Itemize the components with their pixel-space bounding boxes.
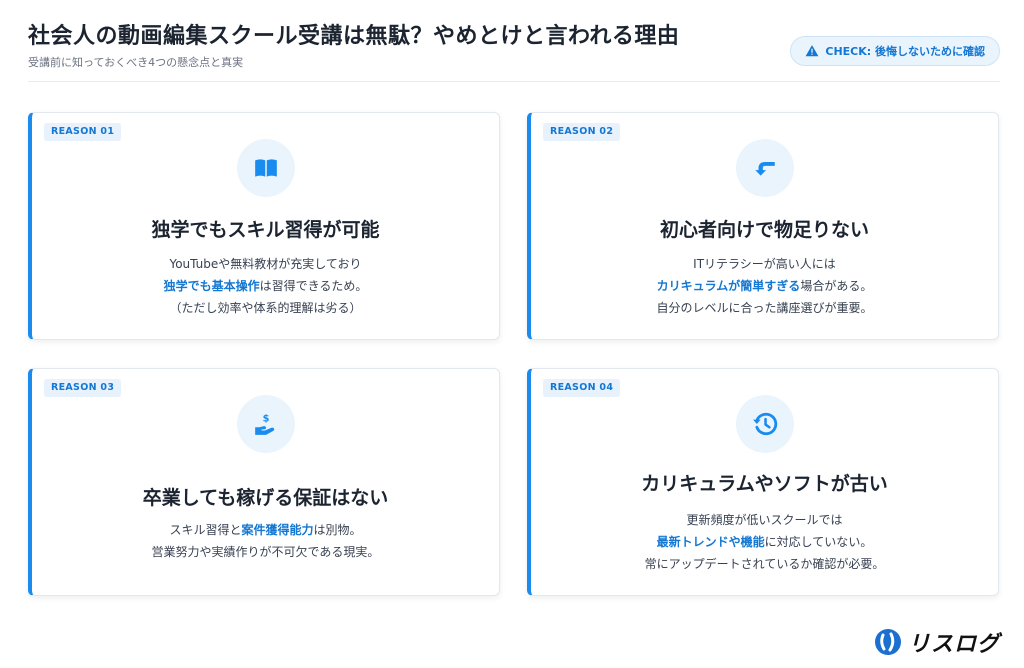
card-line: （ただし効率や体系的理解は劣る）: [169, 301, 362, 315]
reason-tag: REASON 02: [543, 123, 621, 141]
card-title: カリキュラムやソフトが古い: [641, 473, 888, 495]
card-line: YouTubeや無料教材が充実しており: [169, 257, 362, 271]
check-badge-label: CHECK: 後悔しないために確認: [825, 45, 985, 58]
card-line: 更新頻度が低いスクールでは: [686, 513, 843, 527]
brand-logo[interactable]: リスログ: [874, 626, 1000, 658]
reason-tag: REASON 03: [44, 379, 122, 397]
card-title: 初心者向けで物足りない: [659, 219, 869, 241]
card-body: YouTubeや無料教材が充実しており 独学でも基本操作は習得できるため。 （た…: [32, 253, 499, 319]
card-line: スキル習得と案件獲得能力は別物。: [169, 523, 362, 537]
book-icon: [254, 159, 277, 177]
warning-icon: [805, 45, 819, 57]
card-line: 最新トレンドや機能に対応していない。: [656, 535, 873, 549]
card-line: 営業努力や実績作りが不可欠である現実。: [151, 545, 380, 559]
page-subtitle: 受講前に知っておくべき4つの懸念点と真実: [28, 56, 244, 69]
reason-card-4: REASON 04 カリキュラムやソフトが古い 更新頻度が低いスクールでは 最新…: [527, 368, 999, 596]
svg-text:$: $: [262, 413, 269, 424]
page-header: 社会人の動画編集スクール受講は無駄？やめとけと言われる理由 受講前に知っておくべ…: [28, 14, 1000, 82]
card-line: カリキュラムが簡単すぎる場合がある。: [656, 279, 873, 293]
icon-circle: [236, 139, 295, 197]
logo-icon: [874, 629, 901, 655]
reason-card-1: REASON 01 独学でもスキル習得が可能 YouTubeや無料教材が充実して…: [28, 112, 500, 340]
card-body: ITリテラシーが高い人には カリキュラムが簡単すぎる場合がある。 自分のレベルに…: [531, 253, 998, 319]
card-line: 常にアップデートされているか確認が必要。: [644, 557, 885, 571]
check-badge[interactable]: CHECK: 後悔しないために確認: [790, 36, 1000, 66]
logo-text: リスログ: [907, 632, 1000, 657]
reason-card-3: REASON 03 $ 卒業しても稼げる保証はない スキル習得と案件獲得能力は別…: [28, 368, 500, 596]
card-line: 自分のレベルに合った講座選びが重要。: [656, 301, 873, 315]
icon-circle: $: [236, 395, 295, 453]
card-title: 独学でもスキル習得が可能: [151, 219, 380, 241]
icon-circle: [735, 139, 794, 197]
reason-card-2: REASON 02 初心者向けで物足りない ITリテラシーが高い人には カリキュ…: [527, 112, 999, 340]
history-icon: [752, 412, 777, 436]
reason-tag: REASON 01: [44, 123, 122, 141]
icon-circle: [735, 395, 794, 453]
card-body: スキル習得と案件獲得能力は別物。 営業努力や実績作りが不可欠である現実。: [32, 519, 499, 563]
reason-tag: REASON 04: [543, 379, 621, 397]
card-line: 独学でも基本操作は習得できるため。: [163, 279, 368, 293]
card-body: 更新頻度が低いスクールでは 最新トレンドや機能に対応していない。 常にアップデー…: [531, 509, 998, 575]
card-title: 卒業しても稼げる保証はない: [142, 487, 389, 509]
card-line: ITリテラシーが高い人には: [693, 257, 836, 271]
page-title: 社会人の動画編集スクール受講は無駄？やめとけと言われる理由: [28, 24, 680, 49]
arrow-down-icon: [754, 162, 775, 176]
money-hand-icon: $: [254, 413, 274, 435]
